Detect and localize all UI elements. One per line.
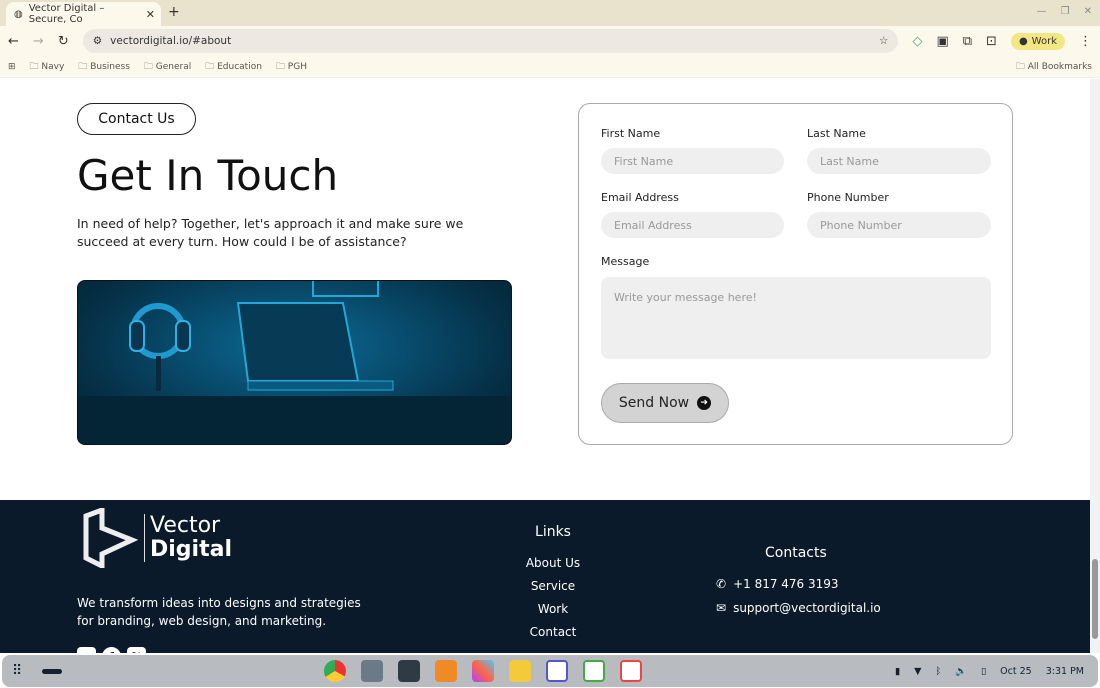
arrow-right-icon: ➜ [697,396,712,410]
password-manager-icon[interactable]: ▣ [936,34,948,49]
files-icon[interactable] [361,660,383,682]
favicon-icon: ◍ [14,8,23,20]
bookmark-pgh[interactable]: 🗀 PGH [276,59,307,75]
volume-icon: 🔈 [955,665,967,677]
tab-search-icon[interactable]: ⊡ [986,34,997,49]
forward-icon[interactable]: → [33,34,44,49]
instagram-icon[interactable]: ◎ [77,647,96,653]
message-label: Message [601,255,650,268]
site-info-icon[interactable]: ⚙ [93,35,102,47]
footer-contacts: Contacts ✆ +1 817 476 3193 ✉ support@vecto… [716,545,881,615]
menu-icon[interactable]: ⋮ [1079,34,1092,49]
phone-icon: ✆ [716,577,727,591]
bookmark-general[interactable]: 🗀 General [144,59,191,75]
chrome-icon[interactable] [324,660,346,682]
os-shelf: ⠿ ▮ ▼ ᛒ 🔈 ▯ Oct 25 3:31 PM [2,655,1098,687]
email-link[interactable]: support@vectordigital.io [733,601,881,615]
launcher-icon[interactable]: ⠿ [12,663,22,679]
mail-app-icon[interactable] [509,660,531,682]
tab-strip: ◍ Vector Digital – Secure, Co ✕ + — ❐ ✕ [0,0,1100,26]
footer: Vector Digital We transform ideas into de… [0,500,1090,653]
address-bar[interactable]: ⚙ vectordigital.io/#about ☆ [82,29,899,53]
all-bookmarks[interactable]: 🗀 All Bookmarks [1016,59,1092,75]
system-tray[interactable]: ▮ ▼ ᛒ 🔈 ▯ Oct 25 3:31 PM [895,666,1084,677]
contact-form: First Name First Name Last Name Last Nam… [578,103,1013,445]
last-name-input[interactable]: Last Name [807,148,991,174]
bookmark-navy[interactable]: 🗀 Navy [30,59,65,75]
facebook-icon[interactable]: f [102,647,121,653]
close-tab-icon[interactable]: ✕ [146,8,155,21]
footer-link-about[interactable]: About Us [493,556,613,570]
message-textarea[interactable]: Write your message here! [601,277,991,359]
bookmark-education[interactable]: 🗀 Education [205,59,262,75]
desk-indicator[interactable] [42,668,62,674]
page-title: Get In Touch [77,151,339,200]
minimize-icon[interactable]: — [1037,6,1047,17]
docs-icon[interactable] [546,660,568,682]
app-orange-icon[interactable] [435,660,457,682]
date: Oct 25 [1000,665,1032,677]
browser-toolbar: ← → ↻ ⚙ vectordigital.io/#about ☆ ◇ ▣ ⧉ ⊡ ● Work… [0,26,1100,56]
web-page: Contact Us Get In Touch In need of help?… [0,79,1090,653]
first-name-input[interactable]: First Name [601,148,784,174]
phone-input[interactable]: Phone Number [807,212,991,238]
reload-icon[interactable]: ↻ [58,34,69,49]
profile-button[interactable]: ● Work [1010,32,1065,50]
app-colorful-icon[interactable] [472,660,494,682]
hero-image [77,280,512,445]
footer-link-contact[interactable]: Contact [493,625,613,639]
contact-us-pill[interactable]: Contact Us [77,103,196,135]
browser-tab[interactable]: ◍ Vector Digital – Secure, Co ✕ [6,2,161,26]
new-tab-button[interactable]: + [168,4,180,20]
extension-icon[interactable]: ◇ [912,34,922,49]
first-name-label: First Name [601,127,661,140]
apps-icon[interactable]: ⊞ [8,62,16,72]
bookmark-business[interactable]: 🗀 Business [78,59,130,75]
vector-digital-logo[interactable]: Vector Digital [82,508,232,568]
terminal-icon[interactable] [398,660,420,682]
sheets-icon[interactable] [583,660,605,682]
close-window-icon[interactable]: ✕ [1084,6,1092,17]
avatar: ● [1018,35,1028,47]
email-input[interactable]: Email Address [601,212,784,238]
footer-links: Links About Us Service Work Contact [493,524,613,648]
wifi-icon: ▼ [914,665,922,677]
page-scrollbar[interactable] [1090,79,1100,653]
email-label: Email Address [601,191,679,204]
intro-text: In need of help? Together, let's approac… [77,216,464,249]
back-icon[interactable]: ← [8,34,19,49]
mail-icon: ✉ [716,601,727,615]
phone-label: Phone Number [807,191,889,204]
footer-link-work[interactable]: Work [493,602,613,616]
logo-mark-icon [83,508,138,568]
last-name-label: Last Name [807,127,866,140]
bookmark-star-icon[interactable]: ☆ [879,35,888,47]
restore-icon[interactable]: ❐ [1061,6,1070,17]
battery-icon: ▯ [980,665,987,677]
clock: 3:31 PM [1045,665,1084,677]
phone-link[interactable]: +1 817 476 3193 [733,577,838,591]
slides-icon[interactable] [620,660,642,682]
extensions-puzzle-icon[interactable]: ⧉ [963,34,972,49]
x-twitter-icon[interactable]: 𝕏 [127,647,146,653]
laptop-headset-illustration [78,281,511,444]
bookmarks-bar: ⊞ 🗀 Navy 🗀 Business 🗀 General 🗀 Educatio… [0,56,1100,78]
footer-tagline: We transform ideas into designs and stra… [77,596,361,628]
send-now-button[interactable]: Send Now ➜ [601,383,729,423]
app-tray-icon: ▮ [894,665,901,677]
footer-link-service[interactable]: Service [493,579,613,593]
bluetooth-icon: ᛒ [935,665,942,677]
